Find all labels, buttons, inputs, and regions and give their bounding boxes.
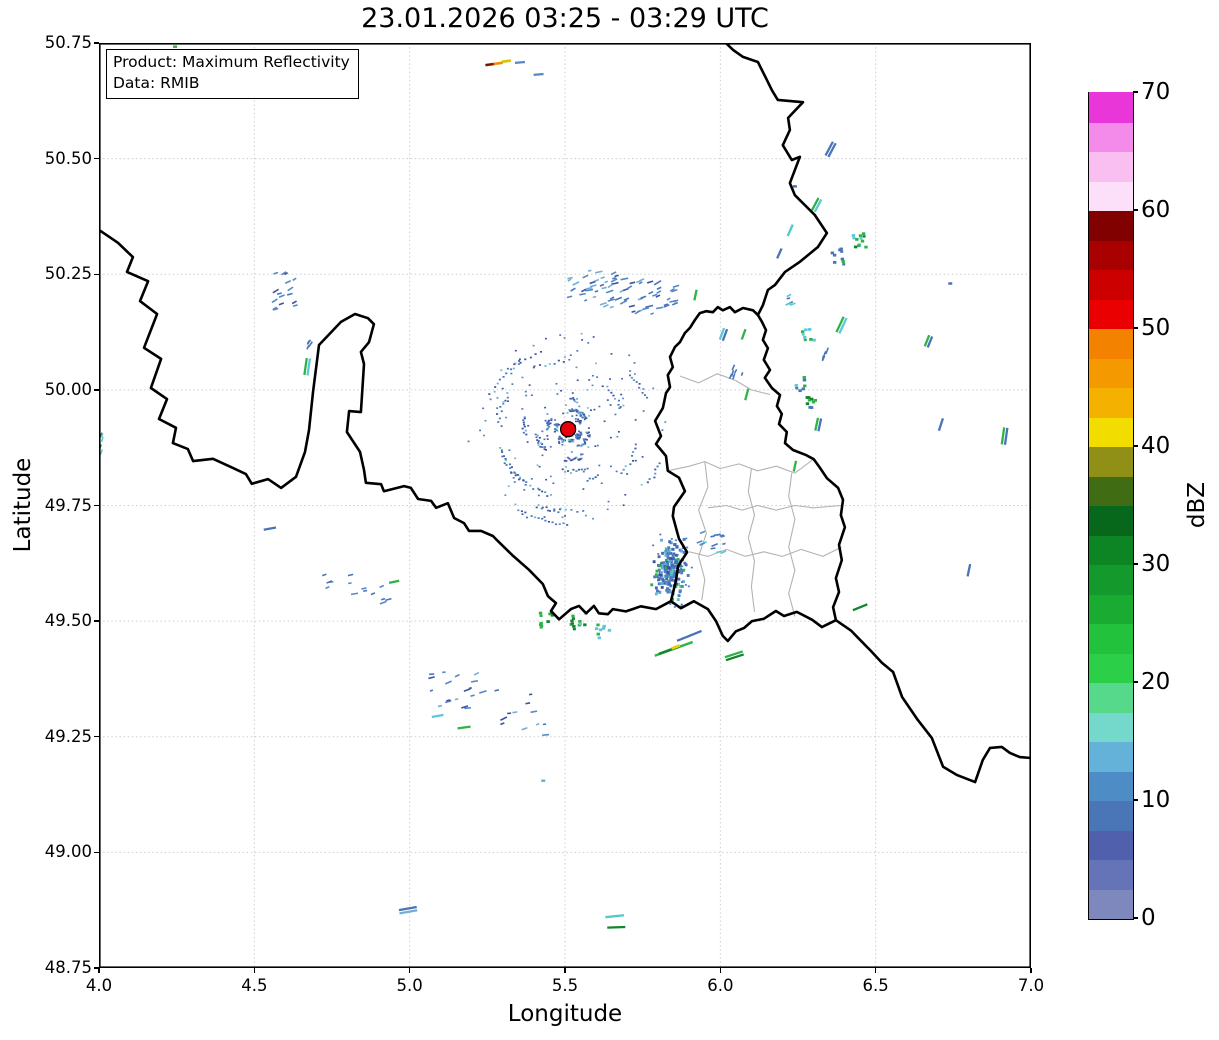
colorbar-segment	[1089, 475, 1133, 506]
x-tick-label: 6.0	[707, 976, 734, 995]
colorbar-tick-label: 20	[1141, 669, 1171, 695]
colorbar-segment	[1089, 623, 1133, 654]
colorbar-segment	[1089, 151, 1133, 182]
map-plot-area: Product: Maximum Reflectivity Data: RMIB	[99, 43, 1031, 968]
colorbar-segment	[1089, 534, 1133, 565]
regional-borders	[667, 373, 842, 617]
y-tick-label: 49.50	[44, 611, 92, 631]
colorbar-label: dBZ	[1184, 481, 1210, 529]
colorbar-segment	[1089, 564, 1133, 595]
colorbar-tick-mark	[1133, 445, 1138, 447]
colorbar-tick-mark	[1133, 327, 1138, 329]
colorbar-segment	[1089, 387, 1133, 418]
y-tick-label: 50.50	[44, 148, 92, 168]
colorbar-segment	[1089, 92, 1133, 123]
y-tick-label: 49.00	[44, 842, 92, 862]
x-tick-label: 5.5	[551, 976, 579, 995]
x-tick-mark	[98, 968, 100, 973]
x-tick-label: 5.0	[396, 976, 423, 995]
x-tick-mark	[408, 968, 411, 973]
colorbar-segment	[1089, 888, 1133, 919]
y-tick-mark	[94, 273, 99, 275]
y-tick-label: 49.25	[44, 726, 92, 746]
colorbar-tick-label: 70	[1141, 79, 1171, 105]
colorbar-segment	[1089, 269, 1133, 300]
colorbar-tick-label: 10	[1141, 787, 1171, 813]
x-tick-mark	[564, 968, 566, 973]
y-tick-label: 50.00	[44, 379, 92, 399]
y-tick-label: 50.25	[44, 264, 92, 284]
colorbar-segment	[1089, 416, 1133, 447]
colorbar-segment	[1089, 298, 1133, 329]
radar-site-marker	[559, 421, 577, 438]
colorbar-segment	[1089, 357, 1133, 388]
x-tick-mark	[874, 968, 877, 973]
x-tick-label: 7.0	[1017, 976, 1045, 995]
product-info-box: Product: Maximum Reflectivity Data: RMIB	[106, 49, 359, 99]
colorbar-tick-label: 30	[1141, 551, 1171, 577]
colorbar-tick-mark	[1133, 917, 1138, 919]
x-tick-label: 4.0	[85, 976, 113, 995]
colorbar-segment	[1089, 800, 1133, 831]
colorbar-segment	[1089, 505, 1133, 536]
radar-figure: 23.01.2026 03:25 - 03:29 UTC Product: Ma…	[0, 0, 1219, 1040]
y-tick-label: 48.75	[44, 958, 92, 977]
colorbar-segment	[1089, 121, 1133, 152]
plot-canvas	[99, 43, 1031, 968]
product-label: Product: Maximum Reflectivity	[113, 53, 350, 71]
y-tick-mark	[94, 851, 99, 854]
colorbar-segment	[1089, 859, 1133, 890]
y-tick-mark	[94, 967, 99, 969]
x-tick-label: 6.5	[862, 976, 889, 995]
colorbar-tick-mark	[1133, 91, 1138, 93]
grid-lines	[99, 43, 1031, 968]
colorbar-segment	[1089, 711, 1133, 742]
colorbar-segment	[1089, 180, 1133, 211]
y-tick-label: 49.75	[44, 495, 92, 515]
colorbar-segment	[1089, 239, 1133, 270]
colorbar-segment	[1089, 652, 1133, 683]
x-tick-mark	[1030, 968, 1032, 973]
y-tick-mark	[94, 620, 99, 622]
colorbar-tick-label: 40	[1141, 433, 1171, 459]
colorbar-tick-label: 0	[1141, 905, 1156, 931]
x-axis-label: Longitude	[507, 1001, 623, 1027]
colorbar-segment	[1089, 328, 1133, 359]
colorbar-tick-mark	[1133, 681, 1138, 683]
colorbar-segment	[1089, 770, 1133, 801]
colorbar-tick-mark	[1133, 209, 1138, 211]
y-tick-mark	[94, 504, 99, 507]
colorbar-segment	[1089, 741, 1133, 772]
x-tick-mark	[253, 968, 256, 973]
colorbar-tick-mark	[1133, 563, 1138, 565]
colorbar-segment	[1089, 210, 1133, 241]
y-tick-label: 50.75	[44, 33, 92, 52]
colorbar-tick-label: 50	[1141, 315, 1171, 341]
colorbar-segment	[1089, 593, 1133, 624]
y-tick-mark	[94, 42, 99, 44]
y-tick-mark	[94, 157, 99, 160]
x-tick-label: 4.5	[241, 976, 268, 995]
colorbar-tick-mark	[1133, 799, 1138, 801]
data-source-label: Data: RMIB	[113, 74, 200, 92]
colorbar	[1088, 92, 1134, 920]
colorbar-segment	[1089, 446, 1133, 477]
colorbar-segment	[1089, 829, 1133, 860]
y-tick-mark	[94, 389, 99, 391]
figure-title: 23.01.2026 03:25 - 03:29 UTC	[361, 3, 769, 34]
colorbar-segment	[1089, 682, 1133, 713]
y-tick-mark	[94, 736, 99, 738]
y-axis-label: Latitude	[10, 457, 36, 553]
echo-layer	[99, 45, 1009, 929]
colorbar-tick-label: 60	[1141, 197, 1171, 223]
x-tick-mark	[719, 968, 722, 973]
